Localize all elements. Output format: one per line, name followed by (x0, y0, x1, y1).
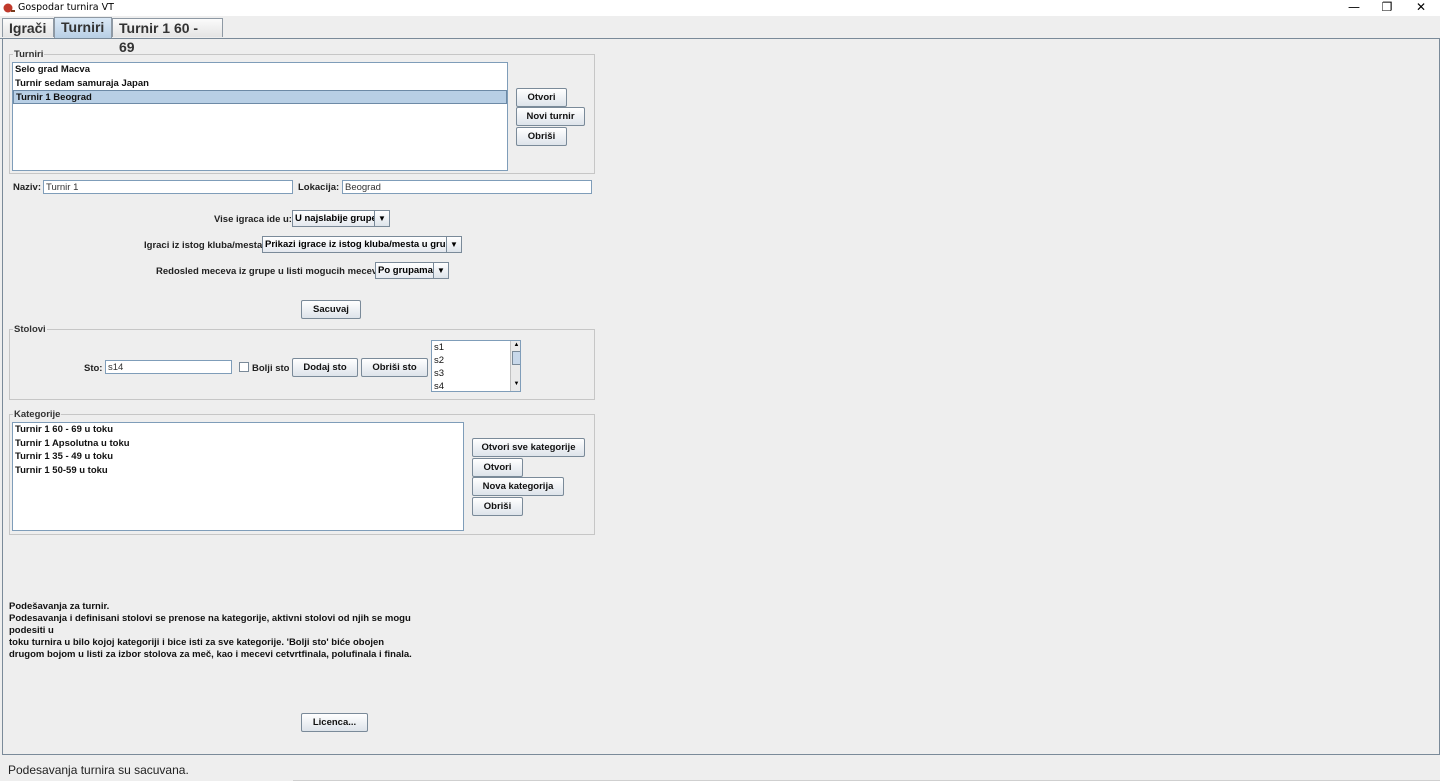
list-item[interactable]: Selo grad Macva (13, 63, 507, 77)
info-text: Podešavanja za turnir. Podesavanja i def… (9, 601, 449, 661)
license-button[interactable]: Licenca... (301, 713, 368, 732)
list-item[interactable]: Turnir 1 Apsolutna u toku (13, 437, 463, 451)
list-item[interactable]: s1 (432, 341, 520, 354)
better-table-checkbox[interactable] (239, 362, 249, 372)
new-tournament-button[interactable]: Novi turnir (516, 107, 585, 126)
minimize-button[interactable]: — (1337, 0, 1371, 16)
match-order-label: Redosled meceva iz grupe u listi mogucih… (156, 266, 386, 277)
same-club-combo[interactable]: Prikazi igrace iz istog kluba/mesta u gr… (262, 236, 462, 253)
new-category-button[interactable]: Nova kategorija (472, 477, 564, 496)
same-club-value: Prikazi igrace iz istog kluba/mesta u gr… (265, 239, 454, 250)
scroll-up-icon[interactable]: ▲ (512, 342, 520, 348)
tab-turnir-1-60-69[interactable]: Turnir 1 60 - 69 (112, 18, 223, 55)
scroll-thumb[interactable] (512, 351, 520, 365)
extra-players-combo[interactable]: U najslabije grupe ▼ (292, 210, 390, 227)
tournaments-list[interactable]: Selo grad Macva Turnir sedam samuraja Ja… (12, 62, 508, 171)
tables-list[interactable]: s1 s2 s3 s4 ▲ ▼ (431, 340, 521, 392)
window-title: Gospodar turnira VT (18, 2, 114, 13)
chevron-down-icon[interactable]: ▼ (446, 237, 461, 252)
better-table-label: Bolji sto (252, 363, 290, 374)
scroll-down-icon[interactable]: ▼ (512, 381, 520, 387)
same-club-label: Igraci iz istog kluba/mesta: (144, 240, 266, 251)
chevron-down-icon[interactable]: ▼ (374, 211, 389, 226)
title-bar: Gospodar turnira VT — ❐ ✕ (0, 0, 1440, 16)
table-label: Sto: (84, 363, 103, 374)
open-category-button[interactable]: Otvori (472, 458, 523, 477)
extra-players-value: U najslabije grupe (295, 213, 377, 224)
open-tournament-button[interactable]: Otvori (516, 88, 567, 107)
info-line: drugom bojom u listi za izbor stolova za… (9, 649, 412, 660)
categories-list[interactable]: Turnir 1 60 - 69 u toku Turnir 1 Apsolut… (12, 422, 464, 531)
tournaments-legend: Turniri (14, 49, 44, 60)
table-field[interactable] (105, 360, 232, 374)
delete-tournament-button[interactable]: Obriši (516, 127, 567, 146)
tab-igraci[interactable]: Igrači (2, 18, 54, 37)
save-button[interactable]: Sacuvaj (301, 300, 361, 319)
info-line: toku turnira u bilo kojoj kategoriji i b… (9, 637, 385, 648)
list-item[interactable]: Turnir 1 35 - 49 u toku (13, 450, 463, 464)
match-order-combo[interactable]: Po grupama ▼ (375, 262, 449, 279)
delete-table-button[interactable]: Obriši sto (361, 358, 428, 377)
app-icon (3, 3, 15, 13)
list-item[interactable]: s2 (432, 354, 520, 367)
categories-legend: Kategorije (14, 409, 61, 420)
list-item[interactable]: Turnir sedam samuraja Japan (13, 77, 507, 91)
list-item-selected[interactable]: Turnir 1 Beograd (13, 90, 507, 104)
name-field[interactable] (43, 180, 293, 194)
list-item[interactable]: Turnir 1 60 - 69 u toku (13, 423, 463, 437)
maximize-button[interactable]: ❐ (1370, 0, 1404, 16)
location-label: Lokacija: (298, 182, 340, 193)
extra-players-label: Vise igraca ide u: (214, 214, 292, 225)
info-line: Podesavanja i definisani stolovi se pren… (9, 613, 411, 636)
list-item[interactable]: Turnir 1 50-59 u toku (13, 464, 463, 478)
status-bar: Podesavanja turnira su sacuvana. (0, 760, 1440, 781)
list-item[interactable]: s3 (432, 367, 520, 380)
chevron-down-icon[interactable]: ▼ (433, 263, 448, 278)
list-item[interactable]: s4 (432, 380, 520, 391)
name-label: Naziv: (13, 182, 41, 193)
delete-category-button[interactable]: Obriši (472, 497, 523, 516)
open-all-categories-button[interactable]: Otvori sve kategorije (472, 438, 585, 457)
add-table-button[interactable]: Dodaj sto (292, 358, 358, 377)
close-button[interactable]: ✕ (1404, 0, 1438, 16)
status-text: Podesavanja turnira su sacuvana. (8, 763, 189, 777)
tab-turniri[interactable]: Turniri (54, 17, 112, 38)
info-line: Podešavanja za turnir. (9, 601, 110, 612)
tables-legend: Stolovi (14, 324, 46, 335)
tables-scrollbar[interactable]: ▲ ▼ (510, 341, 520, 391)
match-order-value: Po grupama (378, 265, 433, 276)
location-field[interactable] (342, 180, 592, 194)
